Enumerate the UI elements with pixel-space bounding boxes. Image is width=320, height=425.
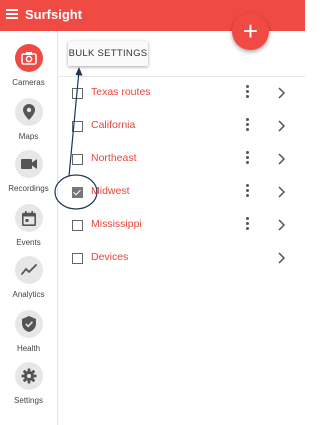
sidebar-item-analytics[interactable]: Analytics bbox=[0, 256, 57, 299]
bulk-settings-button[interactable]: BULK SETTINGS bbox=[68, 41, 148, 66]
chevron-right-icon[interactable] bbox=[276, 252, 286, 264]
app-title: Surfsight bbox=[25, 7, 83, 22]
sidebar-item-label: Analytics bbox=[12, 290, 45, 299]
sidebar-item-cameras[interactable]: Cameras bbox=[0, 44, 57, 87]
list-item[interactable]: Devices bbox=[58, 242, 305, 275]
list-item[interactable]: Mississippi bbox=[58, 209, 305, 242]
sidebar-item-settings[interactable]: Settings bbox=[0, 362, 57, 405]
row-checkbox[interactable] bbox=[72, 253, 83, 264]
gear-icon bbox=[14, 362, 43, 390]
sidebar-item-recordings[interactable]: Recordings bbox=[0, 150, 57, 193]
chevron-right-icon[interactable] bbox=[276, 120, 286, 132]
sidebar-item-label: Cameras bbox=[12, 78, 45, 87]
chevron-right-icon[interactable] bbox=[276, 219, 286, 231]
row-checkbox[interactable] bbox=[72, 88, 83, 99]
sidebar-item-label: Health bbox=[16, 344, 41, 353]
row-checkbox[interactable] bbox=[72, 154, 83, 165]
chevron-right-icon[interactable] bbox=[276, 87, 286, 99]
group-name-link[interactable]: Texas routes bbox=[91, 86, 151, 98]
map-pin-icon bbox=[14, 98, 43, 126]
main-content: BULK SETTINGS Texas routes California No… bbox=[58, 31, 305, 425]
sidebar: Cameras Maps Recordings Events Analytics… bbox=[0, 31, 58, 425]
chevron-right-icon[interactable] bbox=[276, 153, 286, 165]
sidebar-item-label: Maps bbox=[18, 132, 39, 141]
sidebar-item-health[interactable]: Health bbox=[0, 310, 57, 353]
group-name-link[interactable]: Devices bbox=[91, 251, 128, 263]
list-item[interactable]: California bbox=[58, 110, 305, 143]
add-button[interactable]: + bbox=[232, 13, 269, 50]
chevron-right-icon[interactable] bbox=[276, 186, 286, 198]
more-vert-icon[interactable] bbox=[246, 85, 250, 101]
sidebar-item-events[interactable]: Events bbox=[0, 204, 57, 247]
sidebar-item-label: Events bbox=[16, 238, 41, 247]
row-checkbox[interactable] bbox=[72, 220, 83, 231]
group-name-link[interactable]: Northeast bbox=[91, 152, 137, 164]
shield-check-icon bbox=[14, 310, 43, 338]
sidebar-item-label: Settings bbox=[14, 396, 43, 405]
group-name-link[interactable]: Midwest bbox=[91, 185, 130, 197]
camera-icon bbox=[14, 44, 43, 72]
checkmark-icon bbox=[73, 187, 81, 196]
more-vert-icon[interactable] bbox=[246, 151, 250, 167]
more-vert-icon[interactable] bbox=[246, 118, 250, 134]
more-vert-icon[interactable] bbox=[246, 184, 250, 200]
hamburger-menu-icon[interactable] bbox=[6, 9, 18, 19]
sidebar-item-maps[interactable]: Maps bbox=[0, 98, 57, 141]
list-item[interactable]: Northeast bbox=[58, 143, 305, 176]
list-item[interactable]: Midwest bbox=[58, 176, 305, 209]
sidebar-item-label: Recordings bbox=[8, 184, 49, 193]
trend-line-icon bbox=[14, 256, 43, 284]
more-vert-icon[interactable] bbox=[246, 217, 250, 233]
row-checkbox-checked[interactable] bbox=[72, 187, 83, 198]
calendar-icon bbox=[14, 204, 43, 232]
group-name-link[interactable]: California bbox=[91, 119, 135, 131]
row-checkbox[interactable] bbox=[72, 121, 83, 132]
group-name-link[interactable]: Mississippi bbox=[91, 218, 142, 230]
video-camera-icon bbox=[14, 150, 43, 178]
list-item[interactable]: Texas routes bbox=[58, 77, 305, 110]
